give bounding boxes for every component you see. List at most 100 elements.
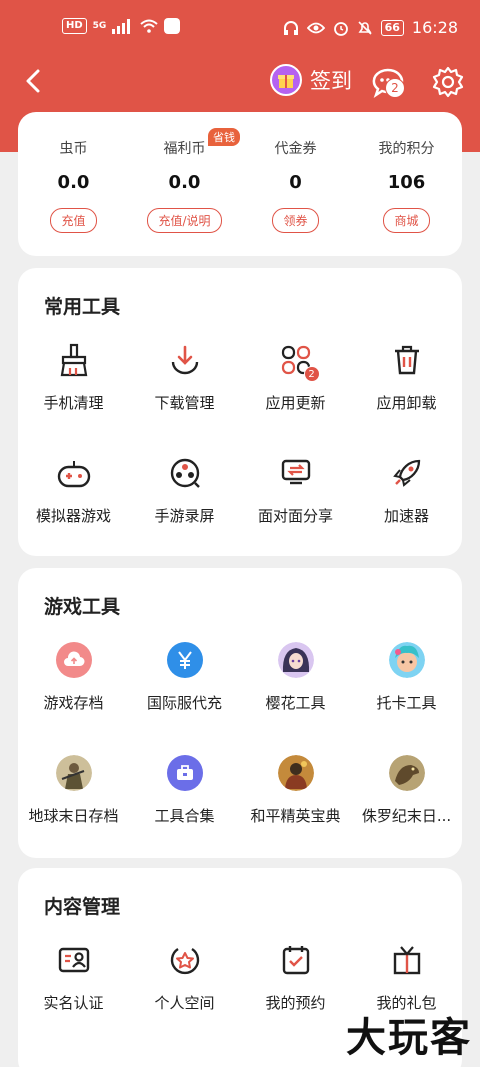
download-icon bbox=[167, 342, 203, 378]
battery-indicator: 66 bbox=[380, 19, 404, 36]
tool-face-share[interactable]: 面对面分享 bbox=[240, 453, 351, 566]
tool-label: 应用更新 bbox=[265, 394, 326, 412]
star-badge-icon bbox=[167, 942, 203, 978]
section-title: 内容管理 bbox=[44, 896, 121, 918]
gift-box-icon bbox=[389, 942, 425, 978]
tool-toca[interactable]: 托卡工具 bbox=[351, 640, 462, 753]
wallet-title: 代金券 bbox=[274, 141, 317, 157]
rocket-icon bbox=[389, 455, 425, 491]
tool-label: 国际服代充 bbox=[146, 694, 222, 712]
id-card-icon bbox=[56, 942, 92, 978]
yen-icon bbox=[166, 642, 203, 678]
status-bar: HD 5G 66 16:28 bbox=[0, 0, 480, 58]
wallet-value: 106 bbox=[387, 172, 426, 193]
mute-bell-icon bbox=[358, 20, 372, 35]
watermark-logo: 大玩客 bbox=[346, 1014, 472, 1061]
wallet-title: 我的积分 bbox=[378, 141, 435, 157]
clock: 16:28 bbox=[411, 18, 458, 37]
update-count-badge: 2 bbox=[303, 366, 320, 382]
section-title: 游戏工具 bbox=[44, 596, 121, 618]
toca-avatar-icon bbox=[388, 642, 425, 678]
wallet-item-vouchers[interactable]: 代金券 0 领券 bbox=[240, 112, 351, 233]
app-notification-icon bbox=[164, 18, 181, 34]
section-title: 常用工具 bbox=[44, 296, 121, 318]
broom-icon bbox=[56, 342, 92, 378]
eye-icon bbox=[306, 22, 325, 33]
recharge-info-button[interactable]: 充值/说明 bbox=[147, 208, 222, 233]
tool-label: 樱花工具 bbox=[265, 694, 326, 712]
tool-download-manage[interactable]: 下载管理 bbox=[129, 340, 240, 453]
tool-earth-doomsday-save[interactable]: 地球末日存档 bbox=[18, 753, 129, 866]
tool-label: 工具合集 bbox=[154, 807, 215, 825]
tool-personal-space[interactable]: 个人空间 bbox=[129, 940, 240, 1053]
dino-avatar-icon bbox=[388, 755, 425, 791]
hd-indicator: HD bbox=[62, 18, 87, 34]
tool-accelerator[interactable]: 加速器 bbox=[351, 453, 462, 566]
wallet-value: 0.0 bbox=[168, 172, 201, 193]
back-arrow-icon[interactable] bbox=[20, 66, 50, 96]
save-money-tag: 省钱 bbox=[208, 128, 240, 146]
cloud-upload-icon bbox=[55, 642, 92, 678]
headphones-icon bbox=[283, 20, 298, 35]
wallet-title: 虫币 bbox=[59, 141, 88, 157]
message-badge: 2 bbox=[385, 78, 405, 98]
tool-phone-clean[interactable]: 手机清理 bbox=[18, 340, 129, 453]
tool-pubg-guide[interactable]: 和平精英宝典 bbox=[240, 753, 351, 866]
get-voucher-button[interactable]: 领券 bbox=[272, 208, 319, 233]
toolbox-icon bbox=[166, 755, 203, 791]
top-nav: 签到 bbox=[0, 58, 480, 108]
wifi-icon bbox=[140, 19, 158, 33]
mall-button[interactable]: 商城 bbox=[383, 208, 430, 233]
signal-icon bbox=[112, 18, 134, 34]
recharge-button[interactable]: 充值 bbox=[50, 208, 97, 233]
pubg-avatar-icon bbox=[277, 755, 314, 791]
common-tools-card: 常用工具 手机清理 下载管理 2 应用更新 应用卸载 模拟器游戏 手游录屏 面对… bbox=[18, 268, 462, 556]
settings-gear-icon[interactable] bbox=[432, 66, 464, 98]
wallet-value: 0 bbox=[289, 172, 302, 193]
checkin-label: 签到 bbox=[310, 69, 352, 93]
tool-collection[interactable]: 工具合集 bbox=[129, 753, 240, 866]
trash-icon bbox=[389, 342, 425, 378]
tool-label: 模拟器游戏 bbox=[35, 507, 111, 525]
tool-label: 下载管理 bbox=[154, 394, 215, 412]
tool-label: 和平精英宝典 bbox=[250, 807, 341, 825]
tool-label: 应用卸载 bbox=[376, 394, 437, 412]
anime-avatar-icon bbox=[277, 642, 314, 678]
calendar-check-icon bbox=[278, 942, 314, 978]
network-type: 5G bbox=[92, 21, 107, 31]
film-reel-icon bbox=[167, 455, 203, 491]
tool-my-reservations[interactable]: 我的预约 bbox=[240, 940, 351, 1053]
wallet-item-coins[interactable]: 虫币 0.0 充值 bbox=[18, 112, 129, 233]
tool-label: 加速器 bbox=[383, 507, 429, 525]
tool-label: 手游录屏 bbox=[154, 507, 215, 525]
wallet-item-points[interactable]: 我的积分 106 商城 bbox=[351, 112, 462, 233]
tool-intl-recharge[interactable]: 国际服代充 bbox=[129, 640, 240, 753]
tool-label: 个人空间 bbox=[154, 994, 215, 1012]
tool-label: 托卡工具 bbox=[376, 694, 437, 712]
tool-label: 面对面分享 bbox=[257, 507, 333, 525]
tool-sakura[interactable]: 樱花工具 bbox=[240, 640, 351, 753]
wallet-value: 0.0 bbox=[57, 172, 90, 193]
tool-label: 我的预约 bbox=[265, 994, 326, 1012]
tool-label: 侏罗纪末日... bbox=[361, 807, 452, 825]
tool-label: 手机清理 bbox=[43, 394, 104, 412]
wallet-card: 虫币 0.0 充值 福利币 0.0 充值/说明 省钱 代金券 0 领券 我的积分… bbox=[18, 112, 462, 256]
tool-label: 游戏存档 bbox=[43, 694, 104, 712]
tool-jurassic-doomsday[interactable]: 侏罗纪末日... bbox=[351, 753, 462, 866]
game-tools-card: 游戏工具 游戏存档 国际服代充 樱花工具 托卡工具 地球末日存档 工具合集 和平… bbox=[18, 568, 462, 858]
tool-emulator-games[interactable]: 模拟器游戏 bbox=[18, 453, 129, 566]
share-screen-icon bbox=[278, 455, 314, 491]
tool-game-save[interactable]: 游戏存档 bbox=[18, 640, 129, 753]
tool-screen-record[interactable]: 手游录屏 bbox=[129, 453, 240, 566]
tool-label: 地球末日存档 bbox=[28, 807, 119, 825]
tool-app-uninstall[interactable]: 应用卸载 bbox=[351, 340, 462, 453]
tool-real-name-auth[interactable]: 实名认证 bbox=[18, 940, 129, 1053]
gamepad-icon bbox=[56, 455, 92, 491]
checkin-button[interactable]: 签到 bbox=[270, 64, 352, 96]
soldier-avatar-icon bbox=[55, 755, 92, 791]
app-update-icon: 2 bbox=[278, 342, 320, 382]
tool-app-update[interactable]: 2 应用更新 bbox=[240, 340, 351, 453]
gift-icon bbox=[270, 64, 302, 96]
alarm-icon bbox=[333, 21, 348, 36]
tool-label: 实名认证 bbox=[43, 994, 104, 1012]
